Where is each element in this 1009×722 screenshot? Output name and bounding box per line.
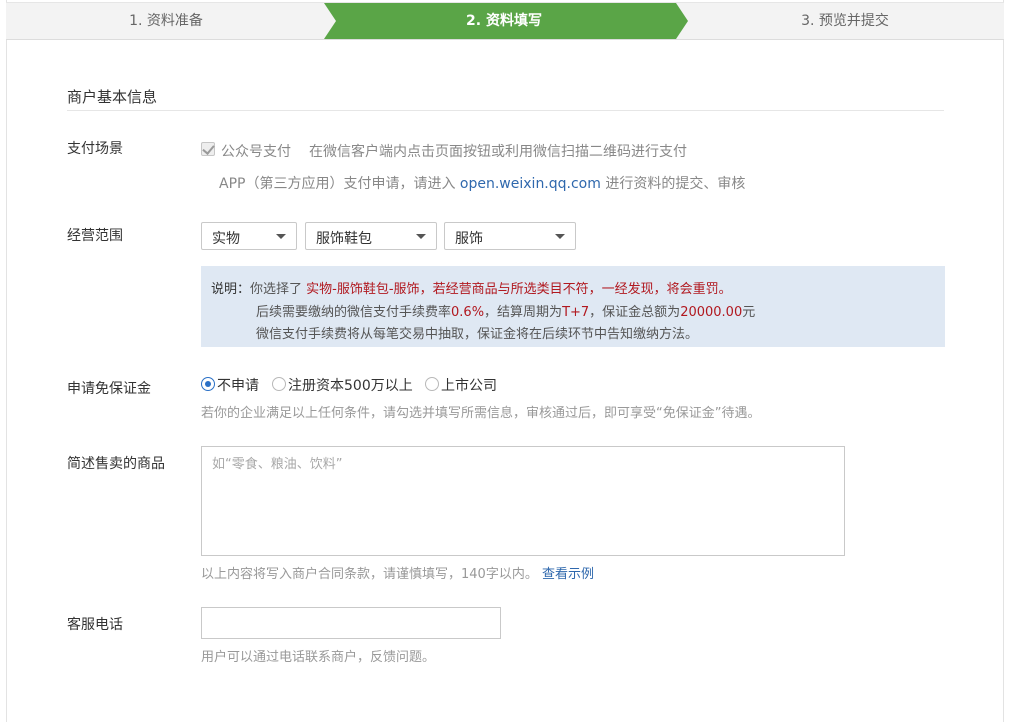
page-frame bbox=[6, 0, 1004, 722]
goods-description-textarea[interactable] bbox=[201, 446, 845, 556]
service-phone-input[interactable] bbox=[201, 607, 501, 639]
notice-line-2: 后续需要缴纳的微信支付手续费率0.6%，结算周期为T+7，保证金总额为20000… bbox=[256, 301, 755, 320]
notice-line-1: 说明：你选择了 实物-服饰鞋包-服饰，若经营商品与所选类目不符，一经发现，将会重… bbox=[211, 278, 732, 297]
goods-label: 简述售卖的商品 bbox=[67, 456, 165, 472]
step-1: 1. 资料准备 bbox=[129, 13, 203, 29]
progress-stepper: 1. 资料准备 2. 资料填写 3. 预览并提交 bbox=[6, 2, 1004, 40]
business-scope-label: 经营范围 bbox=[67, 228, 123, 244]
radio-listed-company-label: 上市公司 bbox=[441, 378, 497, 394]
notice-line-3: 微信支付手续费将从每笔交易中抽取，保证金将在后续环节中告知缴纳方法。 bbox=[256, 327, 699, 342]
radio-listed-company[interactable] bbox=[425, 377, 439, 391]
scope-select-level1-value: 实物 bbox=[212, 231, 240, 247]
notice-selection: 实物-服饰鞋包-服饰 bbox=[306, 282, 420, 297]
radio-no-apply-label: 不申请 bbox=[217, 378, 259, 394]
chevron-down-icon bbox=[555, 234, 565, 239]
scope-notice: 说明：你选择了 实物-服饰鞋包-服饰，若经营商品与所选类目不符，一经发现，将会重… bbox=[201, 266, 945, 347]
notice-deposit: 20000.00 bbox=[680, 305, 743, 320]
service-phone-label: 客服电话 bbox=[67, 617, 123, 633]
goods-hint: 以上内容将写入商户合同条款，请谨慎填写，140字以内。 查看示例 bbox=[201, 563, 594, 582]
official-account-pay-desc: 在微信客户端内点击页面按钮或利用微信扫描二维码进行支付 bbox=[309, 144, 687, 160]
notice-rate: 0.6% bbox=[451, 305, 485, 320]
scope-select-level3[interactable]: 服饰 bbox=[444, 222, 576, 250]
notice-rate-text: 后续需要缴纳的微信支付手续费率 bbox=[256, 305, 452, 320]
chevron-down-icon bbox=[416, 234, 426, 239]
view-example-link[interactable]: 查看示例 bbox=[542, 567, 594, 582]
app-pay-note: APP（第三方应用）支付申请，请进入 open.weixin.qq.com 进行… bbox=[219, 173, 745, 193]
scope-select-level2-value: 服饰鞋包 bbox=[316, 231, 372, 247]
scope-select-level2[interactable]: 服饰鞋包 bbox=[305, 222, 437, 250]
open-weixin-link[interactable]: open.weixin.qq.com bbox=[460, 176, 601, 192]
official-account-pay-checkbox[interactable] bbox=[201, 142, 215, 156]
check-icon bbox=[202, 142, 215, 155]
notice-period: T+7 bbox=[562, 305, 590, 320]
payment-scene-label: 支付场景 bbox=[67, 141, 123, 157]
service-phone-hint: 用户可以通过电话联系商户，反馈问题。 bbox=[201, 650, 436, 665]
deposit-exemption-hint: 若你的企业满足以上任何条件，请勾选并填写所需信息，审核通过后，即可享受“免保证金… bbox=[201, 406, 761, 421]
section-divider bbox=[67, 110, 944, 111]
radio-capital-5m[interactable] bbox=[272, 377, 286, 391]
app-pay-note-prefix: APP（第三方应用）支付申请，请进入 bbox=[219, 176, 456, 192]
deposit-exemption-label: 申请免保证金 bbox=[67, 381, 151, 397]
step-2: 2. 资料填写 bbox=[466, 13, 542, 29]
radio-no-apply[interactable] bbox=[201, 377, 215, 391]
notice-warning: ，若经营商品与所选类目不符，一经发现，将会重罚。 bbox=[419, 282, 732, 297]
step-3: 3. 预览并提交 bbox=[801, 13, 889, 29]
notice-deposit-unit: 元 bbox=[742, 305, 756, 320]
notice-prefix: 你选择了 bbox=[250, 282, 303, 297]
scope-select-level3-value: 服饰 bbox=[455, 231, 483, 247]
app-pay-note-suffix: 进行资料的提交、审核 bbox=[605, 176, 746, 192]
chevron-down-icon bbox=[276, 234, 286, 239]
section-title: 商户基本信息 bbox=[67, 88, 158, 106]
radio-capital-5m-label: 注册资本500万以上 bbox=[288, 378, 413, 394]
notice-period-text: ，结算周期为 bbox=[484, 305, 563, 320]
scope-select-level1[interactable]: 实物 bbox=[201, 222, 297, 250]
notice-title: 说明： bbox=[211, 282, 251, 297]
official-account-pay-label: 公众号支付 bbox=[221, 144, 291, 160]
goods-hint-text: 以上内容将写入商户合同条款，请谨慎填写，140字以内。 bbox=[201, 567, 538, 582]
notice-deposit-text: ，保证金总额为 bbox=[589, 305, 681, 320]
